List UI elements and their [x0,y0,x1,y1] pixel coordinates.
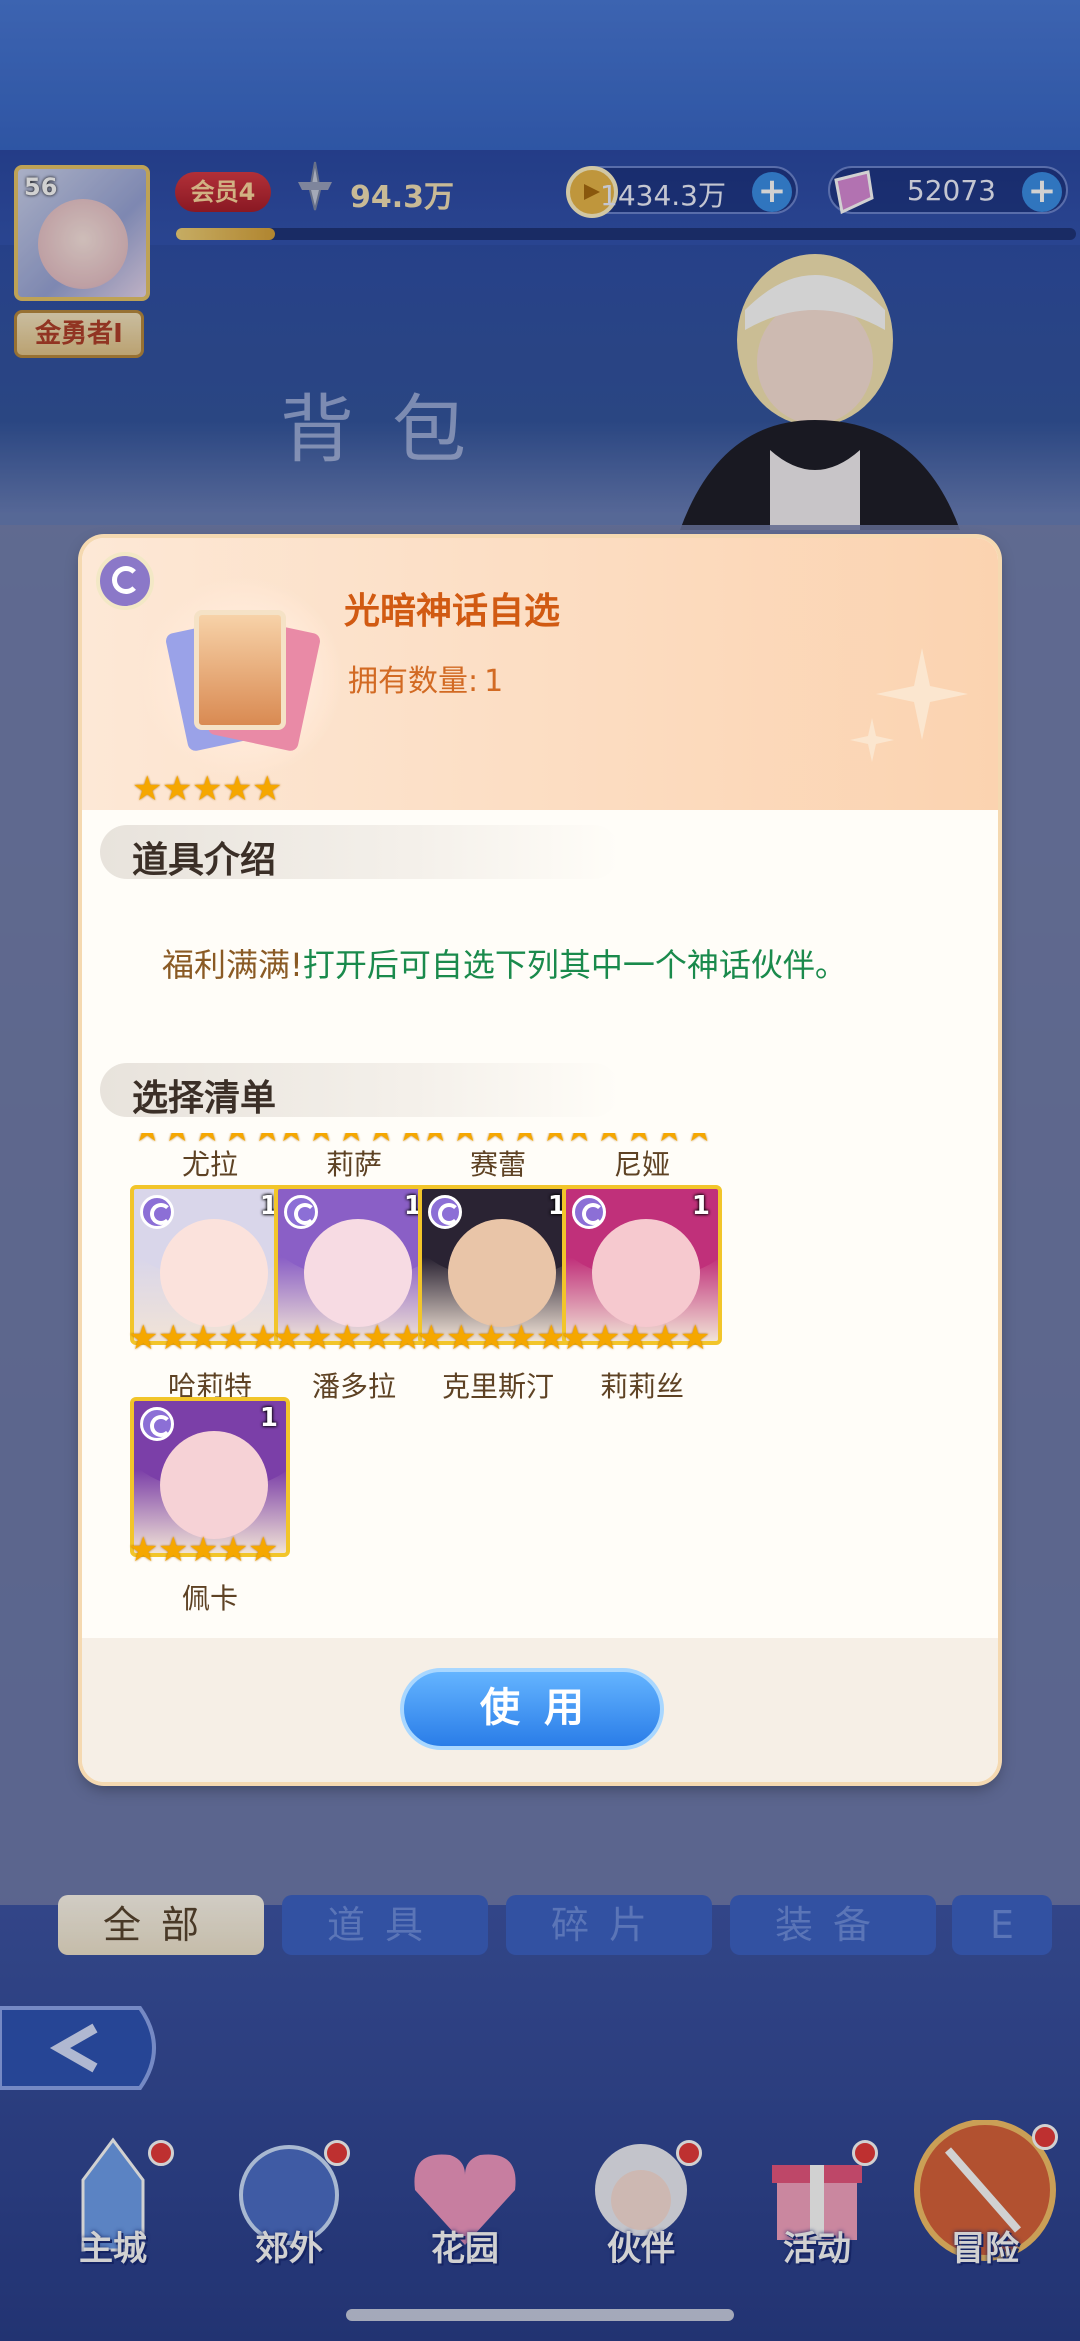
star-icon: ★ [248,1530,279,1570]
hero-face [448,1219,556,1327]
owned-label: 拥有数量: [348,664,479,699]
star-icon: ★ [272,1318,303,1358]
rarity-stars: ★★★★★ [132,769,283,809]
star-icon: ★ [302,1318,333,1358]
item-description: 福利满满!打开后可自选下列其中一个神话伙伴。 [162,940,847,986]
description-prefix: 福利满满! [162,946,303,984]
star-icon: ★ [188,1318,219,1358]
description-text: 打开后可自选下列其中一个神话伙伴。 [302,946,847,984]
item-detail-dialog: ★★★★★ 光暗神话自选 拥有数量: 1 道具介绍 福利满满!打开后可自选下列其中… [82,538,998,1782]
owned-value: 1 [484,664,504,699]
hero-stars: ★★★★★ [128,1318,278,1358]
hero-stars: ★★★★★ [272,1318,422,1358]
star-icon: ★ [252,769,283,809]
hero-stars: ★★★★★ [416,1318,566,1358]
star-icon: ★ [506,1318,537,1358]
hero-face [592,1219,700,1327]
section-header-list: 选择清单 [100,1063,620,1119]
star-icon: ★ [132,769,163,809]
hero-name: 尼娅 [613,1148,670,1181]
hero-count: 1 [691,1191,710,1221]
star-icon: ★ [218,1318,249,1358]
star-icon: ★ [188,1530,219,1570]
moon-element-icon [428,1195,462,1229]
hero-name: 莉莉丝 [599,1370,684,1403]
hero-stars: ★★★★★ [128,1530,279,1570]
star-icon: ★ [620,1318,651,1358]
star-icon: ★ [560,1318,591,1358]
section-title: 道具介绍 [132,840,277,881]
moon-element-icon [284,1195,318,1229]
hero-count: 1 [259,1403,278,1433]
star-icon: ★ [218,1530,249,1570]
star-icon: ★ [590,1318,621,1358]
star-icon: ★ [222,769,253,809]
item-name: 光暗神话自选 [344,591,561,632]
hero-name: 佩卡 [181,1582,238,1615]
star-icon: ★ [162,769,193,809]
star-icon: ★ [416,1318,447,1358]
star-icon: ★ [158,1530,189,1570]
hero-face [160,1431,268,1539]
light-dark-seal-icon [96,552,154,610]
star-icon: ★ [332,1318,363,1358]
star-icon: ★ [446,1318,477,1358]
hero-stars: ★★★★★ [560,1318,711,1358]
sparkle-icon [850,648,968,762]
card-front-icon [194,610,286,730]
star-icon: ★ [192,769,223,809]
hero-face [304,1219,412,1327]
section-title: 选择清单 [132,1078,277,1119]
star-icon: ★ [128,1318,159,1358]
star-icon: ★ [158,1318,189,1358]
moon-element-icon [140,1407,174,1441]
section-header-intro: 道具介绍 [100,825,620,881]
moon-element-icon [140,1195,174,1229]
star-icon: ★ [476,1318,507,1358]
owned-count: 拥有数量: 1 [348,656,503,700]
hero-face [160,1219,268,1327]
item-icon [142,578,342,778]
star-icon: ★ [680,1318,711,1358]
star-icon: ★ [362,1318,393,1358]
moon-element-icon [572,1195,606,1229]
star-icon: ★ [128,1530,159,1570]
star-icon: ★ [650,1318,681,1358]
hero-selection-list: ★★★★★尤拉★★★★★莉萨★★★★★赛蕾★★★★★尼娅 1★★★★★哈莉特1★… [82,1133,998,1633]
use-button[interactable]: 使用 [400,1668,664,1750]
